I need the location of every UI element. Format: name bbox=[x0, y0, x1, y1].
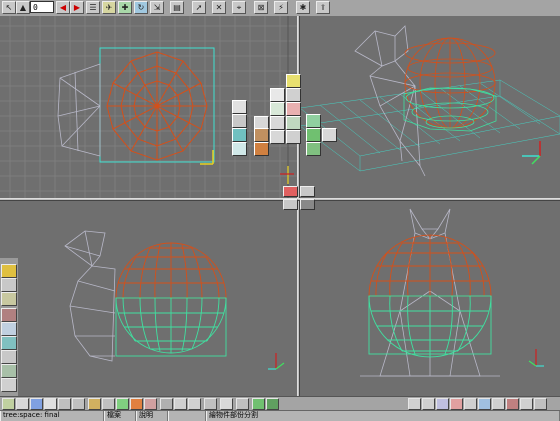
save-icon[interactable]: ▤ bbox=[170, 1, 184, 14]
dolly-icon[interactable] bbox=[464, 398, 477, 410]
disc-icon[interactable] bbox=[188, 398, 201, 410]
camera-icon[interactable]: ✈ bbox=[102, 1, 116, 14]
bottom-toolbar bbox=[0, 396, 560, 411]
viewport-maximize-icon[interactable] bbox=[300, 199, 315, 210]
cone-prim-icon[interactable] bbox=[88, 398, 101, 410]
pink-ball-icon[interactable] bbox=[144, 398, 157, 410]
cube-icon[interactable] bbox=[270, 88, 285, 102]
top-toolbar: ↖ ▲ 0 ◀ ▶ ☰ ✈ ✚ ↻ ⇲ ▤ ➚ ✕ ⌖ ⊠ ⚡ ✱ ⬆ bbox=[0, 0, 560, 17]
lathe-icon[interactable] bbox=[254, 142, 269, 156]
tube-icon[interactable] bbox=[270, 130, 285, 144]
group-icon[interactable]: ⌖ bbox=[232, 1, 246, 14]
viewport-mode-icon[interactable] bbox=[283, 186, 298, 197]
terrain-icon[interactable] bbox=[232, 142, 247, 156]
viewport-front-scene bbox=[360, 208, 544, 377]
light-icon[interactable] bbox=[286, 74, 301, 88]
render-preview-icon[interactable] bbox=[2, 398, 15, 410]
sphere-icon[interactable] bbox=[232, 128, 247, 142]
environment-icon[interactable] bbox=[1, 364, 17, 378]
rotate-icon[interactable]: ↻ bbox=[134, 1, 148, 14]
reset-view-icon[interactable] bbox=[534, 398, 547, 410]
shape-icon[interactable] bbox=[174, 398, 187, 410]
prism-icon[interactable] bbox=[270, 116, 285, 130]
left-toolbar bbox=[0, 258, 18, 398]
tool-arrow-icon[interactable]: ➚ bbox=[192, 1, 206, 14]
select-arrow-icon[interactable]: ↖ bbox=[2, 1, 16, 14]
torus-icon[interactable] bbox=[306, 114, 321, 128]
viewport-perspective[interactable] bbox=[300, 16, 560, 198]
box-icon[interactable] bbox=[232, 100, 247, 114]
cone-icon[interactable] bbox=[270, 102, 285, 116]
viewport-side[interactable] bbox=[0, 201, 297, 396]
material-icon[interactable]: ✱ bbox=[296, 1, 310, 14]
frame-field[interactable]: 0 bbox=[30, 1, 54, 13]
render-icon[interactable]: ⬆ bbox=[316, 1, 330, 14]
zoom-icon[interactable] bbox=[436, 398, 449, 410]
spring-icon[interactable] bbox=[306, 128, 321, 142]
plant-icon[interactable] bbox=[266, 398, 279, 410]
fly-icon[interactable] bbox=[478, 398, 491, 410]
plane-icon[interactable] bbox=[286, 88, 301, 102]
surface-icon[interactable] bbox=[1, 322, 17, 336]
strip-icon[interactable] bbox=[220, 398, 233, 410]
ball-icon[interactable] bbox=[116, 398, 129, 410]
hemisphere-icon[interactable] bbox=[254, 128, 269, 142]
pointer-icon[interactable] bbox=[408, 398, 421, 410]
bowl-icon[interactable] bbox=[160, 398, 173, 410]
ungroup-icon[interactable]: ⊠ bbox=[254, 1, 268, 14]
orange-ball-icon[interactable] bbox=[130, 398, 143, 410]
extrude-icon[interactable] bbox=[306, 142, 321, 156]
scene-icon[interactable] bbox=[1, 336, 17, 350]
viewport-split-icon[interactable] bbox=[283, 199, 298, 210]
crowd-icon[interactable] bbox=[58, 398, 71, 410]
leaf-icon[interactable] bbox=[252, 398, 265, 410]
grid-icon[interactable] bbox=[232, 114, 247, 128]
text-3d-icon[interactable] bbox=[322, 128, 337, 142]
material-library-icon[interactable] bbox=[1, 278, 17, 292]
color-icon[interactable] bbox=[1, 308, 17, 322]
stand-icon[interactable] bbox=[102, 398, 115, 410]
paint-icon[interactable] bbox=[1, 264, 17, 278]
viewport-side-scene bbox=[64, 230, 285, 370]
scale-icon[interactable]: ⇲ bbox=[150, 1, 164, 14]
walk-icon[interactable] bbox=[492, 398, 505, 410]
cam-target-icon[interactable] bbox=[506, 398, 519, 410]
status-bar: tree:space: final 檔案 說明 繪物件部份分割 bbox=[0, 410, 560, 421]
texture-icon[interactable] bbox=[1, 292, 17, 306]
lighting-icon[interactable] bbox=[1, 378, 17, 392]
lamp-icon[interactable] bbox=[72, 398, 85, 410]
capsule-icon[interactable] bbox=[286, 130, 301, 144]
move-icon[interactable]: ✚ bbox=[118, 1, 132, 14]
primitive-palette bbox=[232, 74, 338, 156]
tree-icon[interactable] bbox=[16, 398, 29, 410]
sphere-prim-icon[interactable] bbox=[30, 398, 43, 410]
viewport-divider-horizontal[interactable] bbox=[0, 198, 560, 201]
menu-list-icon[interactable]: ☰ bbox=[86, 1, 100, 14]
play-forward-icon[interactable]: ▶ bbox=[70, 1, 84, 14]
viewport-layout-icon[interactable] bbox=[300, 186, 315, 197]
frame-spinner-icon[interactable]: ▲ bbox=[16, 1, 30, 14]
background-icon[interactable] bbox=[1, 350, 17, 364]
bank-icon[interactable] bbox=[520, 398, 533, 410]
pan-icon[interactable] bbox=[422, 398, 435, 410]
blade-icon[interactable] bbox=[236, 398, 249, 410]
rings-icon[interactable] bbox=[204, 398, 217, 410]
cylinder-icon[interactable] bbox=[286, 102, 301, 116]
viewport-perspective-scene bbox=[300, 25, 560, 177]
link-icon[interactable]: ⚡ bbox=[274, 1, 288, 14]
pyramid-icon[interactable] bbox=[286, 116, 301, 130]
crossed-tool-icon[interactable]: ✕ bbox=[212, 1, 226, 14]
egg-icon[interactable] bbox=[44, 398, 57, 410]
play-reverse-icon[interactable]: ◀ bbox=[56, 1, 70, 14]
orbit-icon[interactable] bbox=[450, 398, 463, 410]
viewport-front[interactable] bbox=[300, 201, 560, 396]
